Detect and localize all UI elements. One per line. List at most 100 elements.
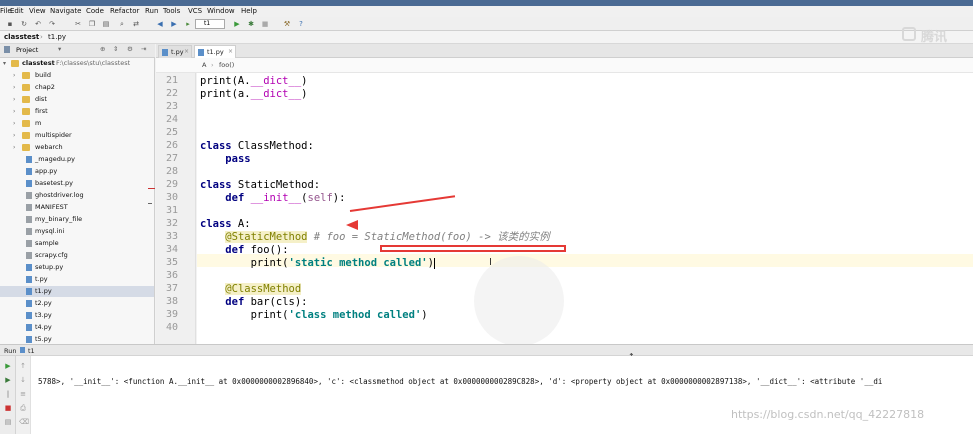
tree-item[interactable]: setup.py — [0, 262, 154, 273]
tree-root[interactable]: ▾ classtest F:\classes\stu\classtest — [0, 58, 154, 69]
tree-item[interactable]: scrapy.cfg — [0, 250, 154, 261]
replace-icon[interactable]: ⇄ — [132, 20, 140, 28]
debug-icon[interactable]: ✱ — [247, 20, 255, 28]
tree-item[interactable]: › m — [0, 118, 154, 129]
sync-icon[interactable]: ↻ — [20, 20, 28, 28]
undo-icon[interactable]: ↶ — [34, 20, 42, 28]
tab-label: t1.py — [207, 48, 224, 56]
scroll-up-icon[interactable]: ↑ — [19, 362, 27, 370]
menu-refactor[interactable]: Refactor — [110, 7, 139, 15]
chevron-down-icon[interactable]: ▾ — [58, 45, 61, 53]
run-panel-label[interactable]: Run — [4, 347, 16, 355]
tree-item[interactable]: › dist — [0, 94, 154, 105]
gear-icon[interactable]: ⚙ — [127, 45, 133, 53]
code-editor[interactable]: print(A.__dict__) print(a.__dict__) clas… — [197, 73, 973, 344]
breadcrumb-method[interactable]: foo() — [219, 61, 234, 69]
help-icon[interactable]: ? — [297, 20, 305, 28]
rerun-icon[interactable]: ▶ — [4, 362, 12, 370]
rerun-debug-icon[interactable]: ▶ — [4, 376, 12, 384]
menu-view[interactable]: View — [29, 7, 46, 15]
tree-item[interactable]: › webarch — [0, 142, 154, 153]
tree-item[interactable]: › first — [0, 106, 154, 117]
expand-arrow-icon[interactable]: › — [13, 82, 19, 93]
print-icon[interactable]: ⎙ — [19, 404, 27, 412]
tree-item[interactable]: t5.py — [0, 334, 154, 344]
breadcrumb-project[interactable]: classtest — [4, 33, 39, 41]
find-icon[interactable]: ⌕ — [118, 20, 126, 28]
project-icon — [4, 46, 10, 53]
breadcrumb-file[interactable]: t1.py — [48, 33, 66, 41]
paste-icon[interactable]: ▤ — [102, 20, 110, 28]
tree-item-label: t1.py — [35, 287, 52, 295]
forward-icon[interactable]: ▶ — [170, 20, 178, 28]
run-config-name[interactable]: t1 — [28, 347, 35, 355]
tree-item[interactable]: t3.py — [0, 310, 154, 321]
settings-icon[interactable]: ⚒ — [283, 20, 291, 28]
menu-code[interactable]: Code — [86, 7, 104, 15]
menu-tools[interactable]: Tools — [163, 7, 180, 15]
cut-icon[interactable]: ✂ — [74, 20, 82, 28]
editor-breadcrumb: A › foo() — [156, 58, 973, 73]
code-line-35: print('static method called') — [250, 257, 435, 269]
breadcrumb-class[interactable]: A — [202, 61, 206, 69]
close-icon[interactable]: × — [184, 46, 189, 58]
expand-arrow-icon[interactable]: › — [13, 106, 19, 117]
run-panel-header: Run t1 — [0, 344, 973, 356]
tree-item[interactable]: › multispider — [0, 130, 154, 141]
tree-item[interactable]: › chap2 — [0, 82, 154, 93]
expand-arrow-icon[interactable]: › — [13, 94, 19, 105]
collapse-icon[interactable]: ⇕ — [113, 45, 118, 53]
target-icon[interactable]: ⊕ — [100, 45, 105, 53]
expand-arrow-icon[interactable]: › — [13, 118, 19, 129]
tab-t1-py[interactable]: t1.py × — [194, 45, 236, 58]
run-icon[interactable]: ▶ — [233, 20, 241, 28]
close-icon[interactable]: × — [228, 46, 233, 58]
save-icon[interactable]: ▪ — [6, 20, 14, 28]
tree-item[interactable]: MANIFEST — [0, 202, 154, 213]
tree-item[interactable]: basetest.py — [0, 178, 154, 189]
pause-icon[interactable]: ‖ — [4, 390, 12, 398]
menu-run[interactable]: Run — [145, 7, 158, 15]
menu-navigate[interactable]: Navigate — [50, 7, 81, 15]
line-number: 29 — [165, 179, 178, 190]
project-tree: ▾ classtest F:\classes\stu\classtest › bu… — [0, 58, 155, 344]
tab-t-py[interactable]: t.py × — [158, 45, 192, 58]
stop-icon[interactable]: ■ — [4, 404, 12, 412]
hide-icon[interactable]: ⇥ — [141, 45, 146, 53]
expand-arrow-icon[interactable]: › — [13, 130, 19, 141]
tree-item[interactable]: app.py — [0, 166, 154, 177]
project-panel-title[interactable]: Project — [16, 46, 38, 54]
layout-icon[interactable]: ▤ — [4, 418, 12, 426]
wrap-icon[interactable]: ≡ — [19, 390, 27, 398]
expand-arrow-icon[interactable]: › — [13, 142, 19, 153]
tree-item[interactable]: t.py — [0, 274, 154, 285]
tree-item-selected[interactable]: t1.py — [0, 286, 154, 297]
scroll-down-icon[interactable]: ↓ — [19, 376, 27, 384]
menu-edit[interactable]: Edit — [10, 7, 24, 15]
back-icon[interactable]: ◀ — [156, 20, 164, 28]
python-file-icon — [26, 156, 32, 163]
run-console[interactable]: 5788>, '__init__': <function A.__init__ … — [31, 356, 973, 434]
menu-vcs[interactable]: VCS — [188, 7, 202, 15]
tree-item[interactable]: ghostdriver.log — [0, 190, 154, 201]
tree-item[interactable]: my_binary_file — [0, 214, 154, 225]
clear-icon[interactable]: ⌫ — [19, 418, 29, 426]
expand-arrow-icon[interactable]: ▾ — [3, 58, 9, 69]
line-number: 27 — [165, 153, 178, 164]
stop-icon[interactable]: ■ — [261, 20, 269, 28]
tree-item[interactable]: t4.py — [0, 322, 154, 333]
folder-icon — [22, 84, 30, 91]
menu-help[interactable]: Help — [241, 7, 257, 15]
menu-window[interactable]: Window — [207, 7, 235, 15]
text-file-icon — [26, 204, 32, 211]
redo-icon[interactable]: ↷ — [48, 20, 56, 28]
copy-icon[interactable]: ❐ — [88, 20, 96, 28]
code-line-22: print(a.__dict__) — [200, 88, 308, 100]
expand-arrow-icon[interactable]: › — [13, 70, 19, 81]
tree-item[interactable]: sample — [0, 238, 154, 249]
tree-item[interactable]: mysql.ini — [0, 226, 154, 237]
run-config-select[interactable]: t1 — [195, 19, 225, 29]
tree-item[interactable]: t2.py — [0, 298, 154, 309]
tree-item[interactable]: › build — [0, 70, 154, 81]
tree-item[interactable]: _magedu.py — [0, 154, 154, 165]
